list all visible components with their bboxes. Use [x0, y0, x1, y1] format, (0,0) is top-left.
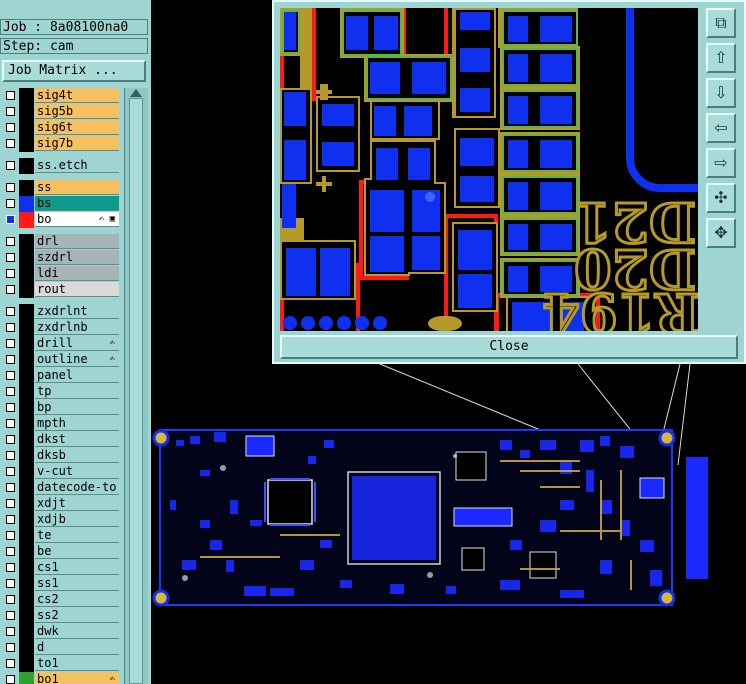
- zoom-in-button[interactable]: ✥: [706, 218, 736, 248]
- move-left-button[interactable]: ⇦: [706, 113, 736, 143]
- zoom-out-icon: ✣: [714, 188, 728, 207]
- edge-connector: [686, 457, 708, 579]
- zoom-window: D21 D20 R194 ⧉ ⇧ ⇩ ⇦ ⇨ ✣ ✥ Close: [272, 0, 746, 364]
- ic-right-bar: [453, 507, 513, 527]
- qfp-left: [267, 479, 313, 525]
- zoom-fit-icon: ⧉: [715, 13, 727, 32]
- move-down-icon: ⇩: [714, 83, 728, 102]
- move-down-button[interactable]: ⇩: [706, 78, 736, 108]
- zoom-view[interactable]: D21 D20 R194: [280, 8, 698, 331]
- close-button[interactable]: Close: [280, 335, 738, 359]
- pcb-board: [152, 429, 708, 607]
- ic-right-top: [455, 451, 487, 481]
- zoom-out-button[interactable]: ✣: [706, 183, 736, 213]
- move-left-icon: ⇦: [714, 118, 728, 137]
- bga-pads: [352, 476, 436, 560]
- move-up-icon: ⇧: [714, 48, 728, 67]
- zoom-leader-line: [677, 363, 691, 466]
- move-right-icon: ⇨: [714, 153, 728, 172]
- move-up-button[interactable]: ⇧: [706, 43, 736, 73]
- move-right-button[interactable]: ⇨: [706, 148, 736, 178]
- silkscreen-r194: R194: [542, 281, 698, 331]
- zoom-in-icon: ✥: [714, 223, 728, 242]
- zoom-leader-line: [379, 363, 556, 437]
- zoom-fit-button[interactable]: ⧉: [706, 8, 736, 38]
